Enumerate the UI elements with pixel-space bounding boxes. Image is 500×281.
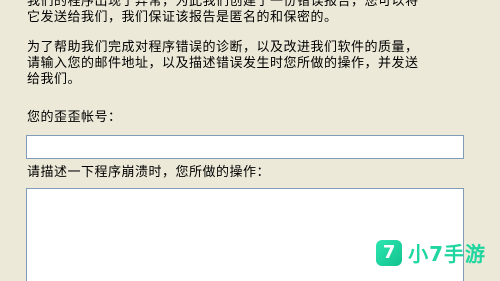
account-input[interactable] — [26, 135, 464, 159]
account-label: 您的歪歪帐号： — [27, 110, 122, 125]
description-textarea[interactable] — [26, 188, 464, 281]
watermark-text: 小7手游 — [408, 242, 486, 266]
intro-paragraph: 我们的程序出现了异常，为此我们创建了一份错误报告，您可以将 它发送给我们，我们保… — [27, 0, 419, 25]
watermark: 7 小7手游 — [376, 238, 486, 267]
description-label: 请描述一下程序崩溃时，您所做的操作： — [27, 165, 271, 180]
help-paragraph: 为了帮助我们完成对程序错误的诊断，以及改进我们软件的质量， 请输入您的邮件地址，… — [27, 40, 419, 87]
watermark-logo-icon: 7 — [376, 239, 403, 266]
crash-report-dialog: 我们的程序出现了异常，为此我们创建了一份错误报告，您可以将 它发送给我们，我们保… — [0, 0, 500, 281]
